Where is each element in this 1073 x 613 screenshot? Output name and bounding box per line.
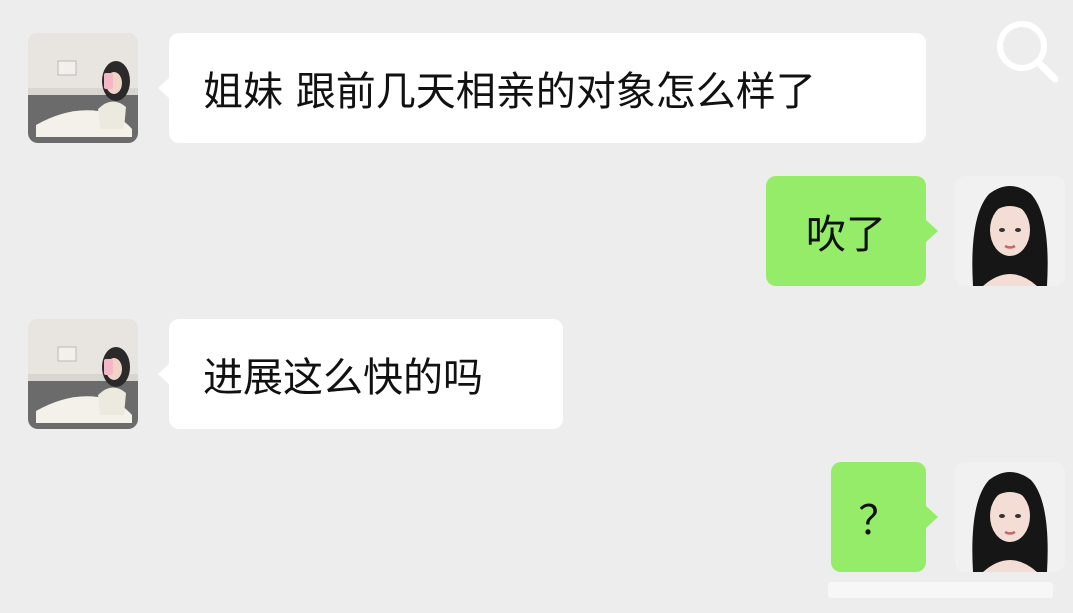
message-text: 姐妹 跟前几天相亲的对象怎么样了 (203, 69, 816, 115)
contact-avatar[interactable] (28, 319, 138, 429)
message-text: 吹了 (806, 212, 886, 258)
watermark (828, 580, 1053, 600)
message-bubble-incoming[interactable]: 进展这么快的吗 (158, 319, 563, 429)
message-bubble-outgoing[interactable]: 吹了 (766, 176, 938, 286)
message-bubble-incoming[interactable]: 姐妹 跟前几天相亲的对象怎么样了 (158, 33, 926, 143)
message-text: ？ (858, 498, 899, 544)
message-bubble-outgoing[interactable]: ？ (831, 462, 938, 572)
contact-avatar[interactable] (28, 33, 138, 143)
search-icon[interactable] (992, 16, 1062, 86)
my-avatar[interactable] (955, 462, 1065, 572)
my-avatar[interactable] (955, 176, 1065, 286)
message-text: 进展这么快的吗 (203, 355, 483, 401)
chat-window: 姐妹 跟前几天相亲的对象怎么样了 吹了 进展这么快的吗 ？ (0, 0, 1073, 613)
